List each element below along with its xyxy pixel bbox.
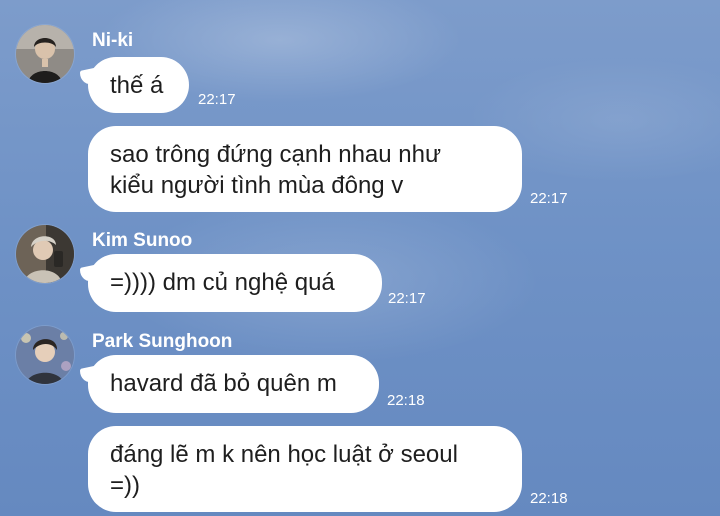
message-bubble[interactable]: havard đã bỏ quên m [88,355,379,413]
profile-photo-icon [16,326,74,384]
message-timestamp: 22:17 [198,91,236,108]
message-timestamp: 22:17 [388,290,426,307]
message-text-line: =)) [110,472,140,499]
message-text: =)))) dm củ nghệ quá [110,269,335,296]
profile-photo-icon [16,225,74,283]
message-bubble[interactable]: sao trông đứng cạnh nhau như kiểu người … [88,126,522,212]
message-bubble[interactable]: thế á [88,57,189,113]
message-bubble[interactable]: =)))) dm củ nghệ quá [88,254,382,312]
chat-thread: Ni-ki thế á 22:17 sao trông đứng cạnh nh… [0,0,720,516]
message-text: thế á [110,72,164,99]
message-bubble[interactable]: đáng lẽ m k nên học luật ở seoul =)) [88,426,522,512]
message-timestamp: 22:18 [530,490,568,507]
sender-name: Park Sunghoon [92,331,233,352]
sender-name: Kim Sunoo [92,230,193,251]
sender-name: Ni-ki [92,30,134,51]
message-text: havard đã bỏ quên m [110,370,337,397]
avatar-sunghoon[interactable] [16,326,74,384]
message-timestamp: 22:17 [530,190,568,207]
message-timestamp: 22:18 [387,392,425,409]
message-text-line: sao trông đứng cạnh nhau như [110,141,442,168]
avatar-niki[interactable] [16,25,74,83]
avatar-sunoo[interactable] [16,225,74,283]
profile-photo-icon [16,25,74,83]
message-text-line: kiểu người tình mùa đông v [110,172,404,199]
message-text-line: đáng lẽ m k nên học luật ở seoul [110,441,458,468]
